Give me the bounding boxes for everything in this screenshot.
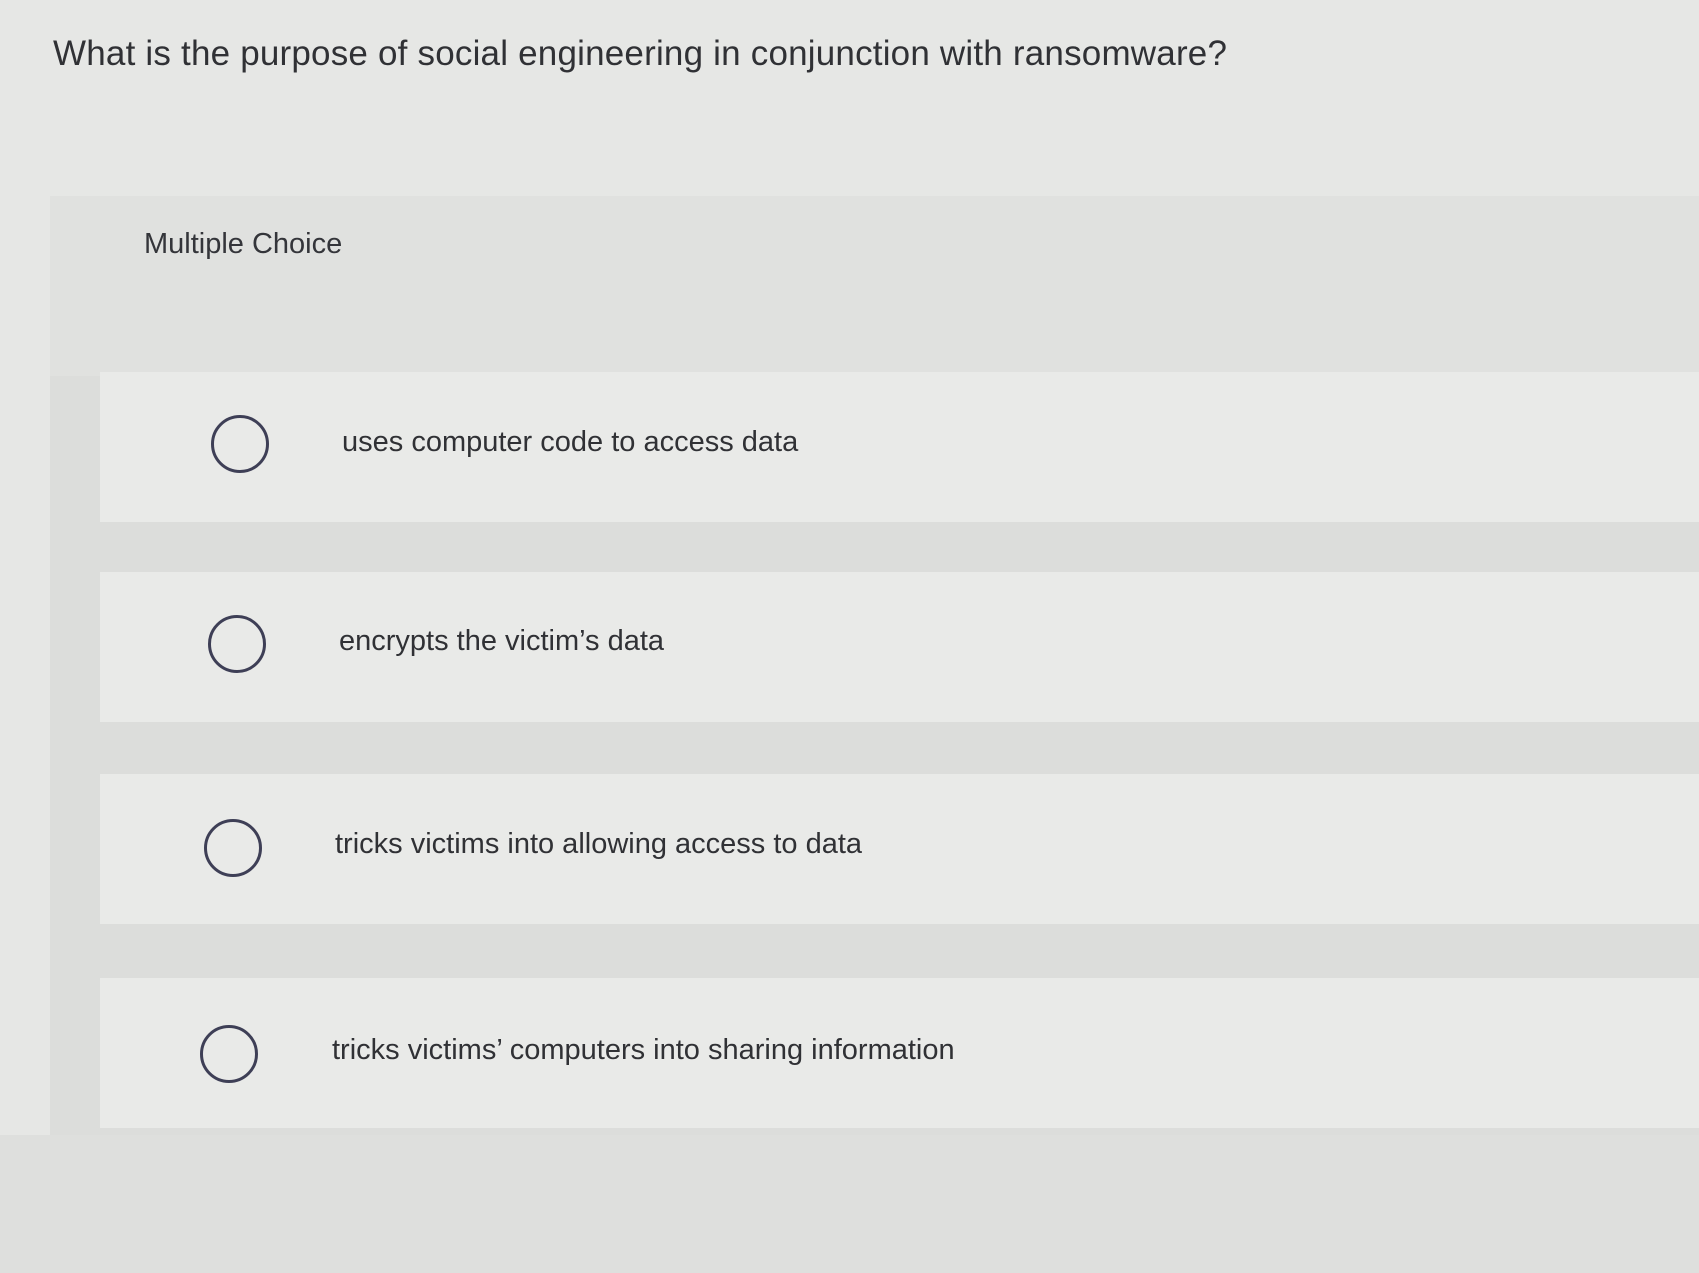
radio-button-icon[interactable] bbox=[204, 819, 262, 877]
radio-button-icon[interactable] bbox=[211, 415, 269, 473]
answer-option-2[interactable]: encrypts the victim’s data bbox=[100, 572, 1699, 722]
multiple-choice-panel: Multiple Choice uses computer code to ac… bbox=[50, 196, 1699, 1273]
question-type-label: Multiple Choice bbox=[144, 228, 343, 260]
bottom-area bbox=[0, 1135, 1699, 1273]
answer-option-4[interactable]: tricks victims’ computers into sharing i… bbox=[100, 978, 1699, 1128]
answer-option-label[interactable]: uses computer code to access data bbox=[342, 426, 798, 459]
radio-button-icon[interactable] bbox=[200, 1025, 258, 1083]
question-text: What is the purpose of social engineerin… bbox=[53, 34, 1228, 73]
radio-button-icon[interactable] bbox=[208, 615, 266, 673]
answer-option-label[interactable]: tricks victims’ computers into sharing i… bbox=[332, 1034, 955, 1067]
answer-option-1[interactable]: uses computer code to access data bbox=[100, 372, 1699, 522]
answer-option-label[interactable]: tricks victims into allowing access to d… bbox=[335, 828, 862, 861]
answer-option-label[interactable]: encrypts the victim’s data bbox=[339, 625, 664, 658]
answer-option-3[interactable]: tricks victims into allowing access to d… bbox=[100, 774, 1699, 924]
panel-header: Multiple Choice bbox=[50, 196, 1699, 376]
